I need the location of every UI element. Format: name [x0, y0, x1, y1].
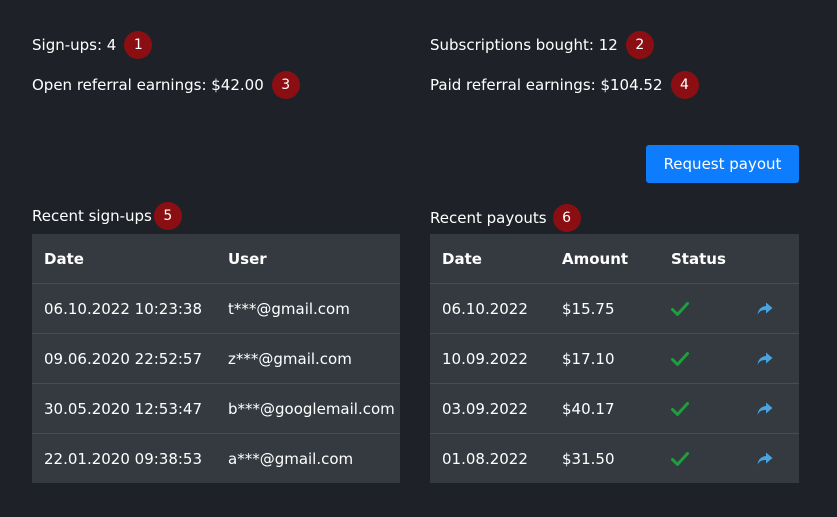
- share-icon[interactable]: [756, 401, 799, 417]
- share-icon[interactable]: [756, 351, 799, 367]
- table-row: 01.08.2022 $31.50: [430, 433, 799, 483]
- payout-amount: $40.17: [550, 383, 659, 434]
- table-row: 10.09.2022 $17.10: [430, 333, 799, 384]
- payout-action: [744, 433, 799, 483]
- recent-signups-heading: Recent sign-ups 5: [32, 201, 182, 231]
- badge-6: 6: [552, 204, 581, 232]
- payout-date: 10.09.2022: [430, 333, 550, 384]
- payout-status: [659, 383, 744, 434]
- signup-date: 30.05.2020 12:53:47: [32, 383, 216, 434]
- payout-date: 03.09.2022: [430, 383, 550, 434]
- payout-amount: $17.10: [550, 333, 659, 384]
- badge-2: 2: [625, 31, 654, 59]
- signup-date: 22.01.2020 09:38:53: [32, 433, 216, 483]
- recent-payouts-table: Date Amount Status 06.10.2022 $15.75 10.…: [430, 234, 799, 483]
- request-payout-button[interactable]: Request payout: [646, 145, 799, 183]
- paid-earnings-stat-text: Paid referral earnings: $104.52: [430, 76, 663, 94]
- payout-action: [744, 333, 799, 384]
- badge-4: 4: [670, 71, 699, 99]
- table-row: 22.01.2020 09:38:53 a***@gmail.com: [32, 433, 400, 483]
- check-icon: [671, 401, 744, 417]
- signup-user: t***@gmail.com: [216, 283, 400, 334]
- table-row: 30.05.2020 12:53:47 b***@googlemail.com: [32, 383, 400, 434]
- column-header-date: Date: [44, 249, 84, 268]
- share-icon[interactable]: [756, 301, 799, 317]
- recent-payouts-title: Recent payouts: [430, 209, 547, 227]
- open-earnings-stat: Open referral earnings: $42.00 3: [32, 70, 300, 100]
- column-header-date: Date: [442, 249, 482, 268]
- payout-amount: $31.50: [550, 433, 659, 483]
- payout-status: [659, 433, 744, 483]
- recent-signups-title: Recent sign-ups: [32, 207, 152, 225]
- column-header-status: Status: [671, 249, 726, 268]
- signup-date: 09.06.2020 22:52:57: [32, 333, 216, 384]
- signup-user: b***@googlemail.com: [216, 383, 400, 434]
- signup-date: 06.10.2022 10:23:38: [32, 283, 216, 334]
- table-header-row: Date Amount Status: [430, 234, 799, 284]
- badge-3: 3: [271, 71, 300, 99]
- table-header-row: Date User: [32, 234, 400, 284]
- payout-date: 01.08.2022: [430, 433, 550, 483]
- column-header-amount: Amount: [562, 249, 629, 268]
- table-row: 09.06.2020 22:52:57 z***@gmail.com: [32, 333, 400, 384]
- payout-action: [744, 383, 799, 434]
- recent-payouts-heading: Recent payouts 6: [430, 203, 581, 233]
- column-header-action: [744, 234, 799, 284]
- subscriptions-stat-text: Subscriptions bought: 12: [430, 36, 618, 54]
- check-icon: [671, 451, 744, 467]
- check-icon: [671, 351, 744, 367]
- open-earnings-stat-text: Open referral earnings: $42.00: [32, 76, 264, 94]
- table-row: 03.09.2022 $40.17: [430, 383, 799, 434]
- table-row: 06.10.2022 10:23:38 t***@gmail.com: [32, 283, 400, 334]
- table-row: 06.10.2022 $15.75: [430, 283, 799, 334]
- signup-user: a***@gmail.com: [216, 433, 400, 483]
- badge-5: 5: [153, 202, 182, 230]
- badge-1: 1: [124, 31, 153, 59]
- payout-status: [659, 283, 744, 334]
- signups-stat-text: Sign-ups: 4: [32, 36, 117, 54]
- signup-user: z***@gmail.com: [216, 333, 400, 384]
- paid-earnings-stat: Paid referral earnings: $104.52 4: [430, 70, 699, 100]
- subscriptions-stat: Subscriptions bought: 12 2: [430, 30, 654, 60]
- payout-amount: $15.75: [550, 283, 659, 334]
- payout-action: [744, 283, 799, 334]
- column-header-user: User: [228, 249, 267, 268]
- check-icon: [671, 301, 744, 317]
- signups-stat: Sign-ups: 4 1: [32, 30, 153, 60]
- share-icon[interactable]: [756, 451, 799, 467]
- recent-signups-table: Date User 06.10.2022 10:23:38 t***@gmail…: [32, 234, 400, 483]
- payout-date: 06.10.2022: [430, 283, 550, 334]
- payout-status: [659, 333, 744, 384]
